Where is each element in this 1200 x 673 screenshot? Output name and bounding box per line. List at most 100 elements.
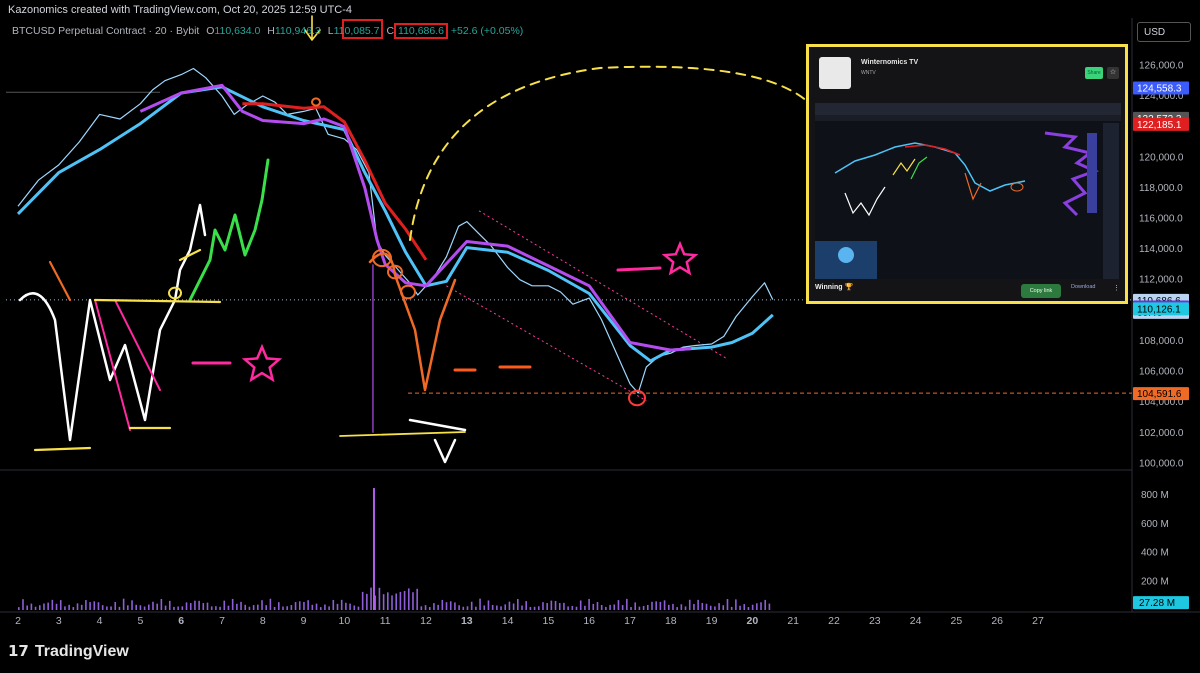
y-tick-label: 112,000.0 xyxy=(1139,275,1183,286)
x-tick-label: 3 xyxy=(56,615,62,627)
volume-bar xyxy=(22,599,24,610)
y-tick-label: 100,000.0 xyxy=(1139,458,1184,469)
volume-bar xyxy=(269,598,272,610)
volume-bar xyxy=(512,603,515,610)
volume-bar xyxy=(433,603,435,610)
volume-bar xyxy=(630,607,632,610)
x-tick-label: 5 xyxy=(137,615,143,627)
volume-bar xyxy=(76,603,79,610)
series-line-purple_ma xyxy=(139,83,692,352)
x-tick-label: 26 xyxy=(991,615,1003,627)
volume-bar xyxy=(328,606,330,610)
volume-bar xyxy=(294,602,297,610)
star-icon[interactable]: ☆ xyxy=(1107,67,1119,79)
volume-bar xyxy=(730,606,733,610)
volume-bar xyxy=(189,603,192,610)
volume-bar xyxy=(139,605,142,610)
more-menu-icon[interactable]: ⋮ xyxy=(1113,284,1120,292)
volume-bar xyxy=(600,604,603,610)
channel-handle: WNTV xyxy=(861,70,876,76)
volume-bar xyxy=(265,605,268,610)
x-tick-label: 13 xyxy=(461,615,473,627)
volume-bar xyxy=(743,604,746,610)
currency-selector[interactable]: USD xyxy=(1137,22,1191,42)
change-value: +52.6 (+0.05%) xyxy=(450,25,524,37)
volume-bar xyxy=(307,600,309,610)
volume-bar xyxy=(739,605,741,610)
volume-bar xyxy=(227,605,230,610)
volume-bar xyxy=(38,605,41,610)
volume-bar xyxy=(676,607,678,610)
volume-bar xyxy=(533,606,536,610)
volume-bar xyxy=(764,599,767,610)
volume-bar xyxy=(177,606,179,610)
volume-bar xyxy=(340,599,343,610)
volume-bar xyxy=(449,601,452,610)
volume-bar xyxy=(659,601,662,610)
volume-bar xyxy=(80,604,83,610)
volume-bar xyxy=(164,605,167,610)
ohlc-legend: BTCUSD Perpetual Contract · 20 · Bybit O… xyxy=(12,23,524,39)
volume-bar xyxy=(626,598,628,610)
annotation-circle xyxy=(400,284,416,300)
volume-bar xyxy=(466,606,469,610)
volume-bar xyxy=(93,601,96,610)
volume-bar xyxy=(122,598,125,610)
volume-bar xyxy=(18,607,20,610)
y-tick-label: 108,000.0 xyxy=(1139,336,1184,347)
volume-bar xyxy=(621,605,624,610)
volume-bar xyxy=(51,599,54,610)
volume-bar xyxy=(563,602,565,610)
copy-link-button[interactable]: Copy link xyxy=(1021,284,1061,298)
volume-bar xyxy=(181,606,184,610)
volume-bar xyxy=(663,600,666,610)
annotation-circle xyxy=(311,97,321,107)
volume-bar xyxy=(349,603,351,610)
annotation-stroke xyxy=(408,418,467,464)
volume-bar xyxy=(596,601,599,610)
price-label-tag: 122,185.1 xyxy=(1133,117,1189,131)
volume-bar xyxy=(277,602,280,610)
brand-name: TradingView xyxy=(34,643,129,660)
x-tick-label: 18 xyxy=(665,615,677,627)
volume-bar xyxy=(407,588,410,610)
annotation-stroke xyxy=(453,365,532,372)
x-tick-label: 8 xyxy=(260,615,266,627)
volume-bar xyxy=(567,606,569,610)
volume-bar xyxy=(479,598,481,610)
price-label-tag: 124,558.3 xyxy=(1133,81,1189,95)
share-button[interactable]: Share xyxy=(1085,67,1103,79)
volume-bar xyxy=(30,603,33,610)
volume-bar xyxy=(638,606,641,610)
volume-bar xyxy=(542,602,544,610)
volume-bar xyxy=(89,602,91,610)
open-value: 110,634.0 xyxy=(214,25,261,37)
channel-lower-line xyxy=(446,285,647,402)
volume-bar xyxy=(403,590,406,610)
x-tick-label: 21 xyxy=(787,615,799,627)
star-annotation-icon xyxy=(241,343,283,383)
volume-bar xyxy=(34,606,37,610)
volume-bar xyxy=(319,607,322,610)
volume-bar xyxy=(680,604,683,610)
download-button[interactable]: Download xyxy=(1071,284,1095,290)
volume-bar xyxy=(416,588,418,610)
video-thumbnail[interactable] xyxy=(815,103,1121,279)
volume-bar xyxy=(445,602,448,610)
x-tick-label: 12 xyxy=(420,615,432,627)
volume-tick-label: 800 M xyxy=(1141,490,1169,501)
annotation-stroke xyxy=(94,299,161,431)
close-value: 110,686.6 xyxy=(394,23,448,39)
volume-tick-label: 200 M xyxy=(1141,576,1169,587)
price-label-text: 110,126.1 xyxy=(1137,304,1181,315)
volume-bar xyxy=(332,599,335,610)
volume-bar xyxy=(135,604,138,610)
volume-spike-bar xyxy=(372,488,375,610)
price-label-tag: 104,591.6 xyxy=(1133,387,1189,401)
volume-bar xyxy=(714,606,716,610)
annotation-stroke xyxy=(48,260,72,302)
volume-bar xyxy=(261,600,263,610)
volume-bar xyxy=(705,603,708,610)
volume-bar xyxy=(554,600,557,610)
video-overlay[interactable]: Winternomics TV WNTV Share ☆ Winning 🏆 C… xyxy=(806,44,1128,304)
